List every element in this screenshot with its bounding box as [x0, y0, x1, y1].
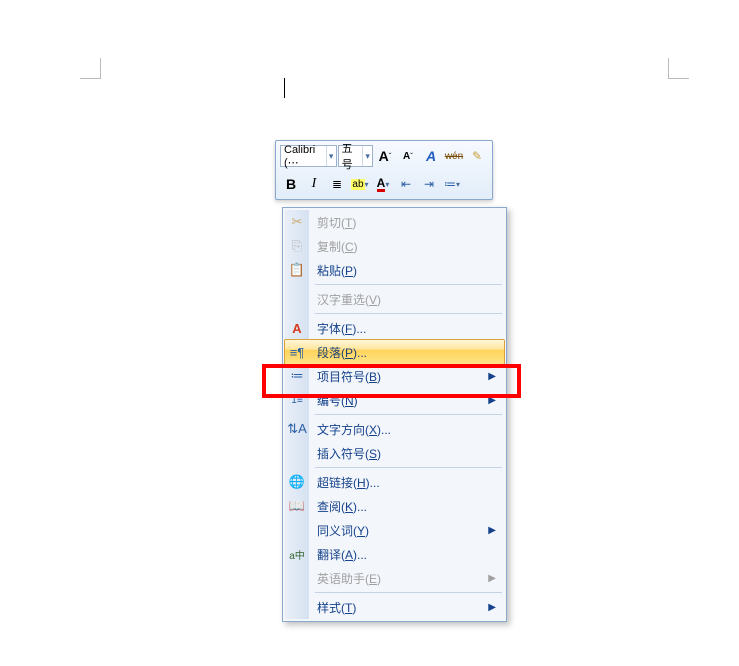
- menu-bullets-label: 项目符号(B): [309, 368, 488, 385]
- page-corner-top-left: [80, 58, 101, 79]
- text-cursor: [284, 78, 285, 98]
- menu-synonyms[interactable]: 同义词(Y) ▶: [285, 518, 504, 542]
- font-name-combo[interactable]: Calibri (⋯ ▾: [280, 145, 337, 167]
- menu-reconvert: 汉字重选(V): [285, 287, 504, 311]
- menu-numbering[interactable]: 1≡ 编号(N) ▶: [285, 388, 504, 412]
- italic-icon: I: [312, 176, 317, 192]
- font-size-combo[interactable]: 五号 ▾: [338, 145, 373, 167]
- format-painter-button[interactable]: ✎: [466, 144, 488, 168]
- bullets-list-icon: ≔: [285, 368, 309, 384]
- menu-hyperlink[interactable]: 🌐 超链接(H)...: [285, 470, 504, 494]
- menu-text-direction[interactable]: ⇅A 文字方向(X)...: [285, 417, 504, 441]
- italic-button[interactable]: I: [303, 172, 325, 196]
- font-size-value: 五号: [339, 140, 363, 172]
- menu-bullets[interactable]: ≔ 项目符号(B) ▶: [285, 364, 504, 388]
- menu-copy-label: 复制(C): [309, 238, 504, 255]
- menu-paragraph-label: 段落(P)...: [309, 344, 504, 361]
- toolbar-row-1: Calibri (⋯ ▾ 五号 ▾ Aˇ Aˇ A wén ✎: [278, 143, 490, 169]
- context-menu: ✂ 剪切(T) ⎘ 复制(C) 📋 粘贴(P) 汉字重选(V) A 字体(F).…: [282, 207, 507, 622]
- document-canvas[interactable]: [0, 0, 739, 130]
- menu-translate-label: 翻译(A)...: [309, 546, 504, 563]
- bold-icon: B: [286, 176, 296, 192]
- menu-styles[interactable]: 样式(T) ▶: [285, 595, 504, 619]
- chevron-down-icon[interactable]: ▾: [362, 146, 372, 166]
- menu-lookup-label: 查阅(K)...: [309, 498, 504, 515]
- center-button[interactable]: ≣: [326, 172, 348, 196]
- submenu-arrow-icon: ▶: [488, 525, 504, 536]
- paragraph-icon: ≡¶: [285, 345, 309, 360]
- menu-separator: [315, 467, 502, 468]
- font-color-button[interactable]: A▾: [372, 172, 394, 196]
- menu-separator: [315, 414, 502, 415]
- menu-font-label: 字体(F)...: [309, 320, 504, 337]
- page-corner-top-right: [668, 58, 689, 79]
- paste-icon: 📋: [285, 262, 309, 278]
- grow-font-icon: A: [379, 148, 389, 164]
- translate-icon: a中: [285, 547, 309, 562]
- highlight-icon: ab: [351, 179, 364, 190]
- highlight-button[interactable]: ab▾: [349, 172, 371, 196]
- text-effects-icon: A: [426, 148, 436, 164]
- menu-numbering-label: 编号(N): [309, 392, 488, 409]
- menu-english-assistant-label: 英语助手(E): [309, 570, 488, 587]
- menu-styles-label: 样式(T): [309, 599, 488, 616]
- bullets-button[interactable]: ≔▾: [441, 172, 463, 196]
- font-name-value: Calibri (⋯: [281, 144, 326, 169]
- grow-font-button[interactable]: Aˇ: [374, 144, 396, 168]
- char-shading-icon: wén: [445, 151, 463, 162]
- menu-synonyms-label: 同义词(Y): [309, 522, 488, 539]
- char-shading-button[interactable]: wén: [443, 144, 465, 168]
- menu-english-assistant: 英语助手(E) ▶: [285, 566, 504, 590]
- menu-reconvert-label: 汉字重选(V): [309, 291, 504, 308]
- submenu-arrow-icon: ▶: [488, 573, 504, 584]
- lookup-icon: 📖: [285, 498, 309, 514]
- font-color-icon: A: [377, 177, 386, 192]
- menu-insert-symbol-label: 插入符号(S): [309, 445, 504, 462]
- menu-paste-label: 粘贴(P): [309, 262, 504, 279]
- shrink-font-button[interactable]: Aˇ: [397, 144, 419, 168]
- text-direction-icon: ⇅A: [285, 421, 309, 437]
- bold-button[interactable]: B: [280, 172, 302, 196]
- submenu-arrow-icon: ▶: [488, 602, 504, 613]
- text-effects-button[interactable]: A: [420, 144, 442, 168]
- cut-icon: ✂: [285, 214, 309, 230]
- toolbar-row-2: B I ≣ ab▾ A▾ ⇤ ⇥ ≔▾: [278, 171, 490, 197]
- format-painter-icon: ✎: [472, 149, 482, 163]
- font-icon: A: [285, 321, 309, 336]
- menu-hyperlink-label: 超链接(H)...: [309, 474, 504, 491]
- mini-toolbar: Calibri (⋯ ▾ 五号 ▾ Aˇ Aˇ A wén ✎ B I ≣ ab…: [275, 140, 493, 200]
- menu-font[interactable]: A 字体(F)...: [285, 316, 504, 340]
- numbering-icon: 1≡: [285, 395, 309, 406]
- chevron-down-icon[interactable]: ▾: [326, 146, 336, 166]
- menu-separator: [315, 592, 502, 593]
- menu-separator: [315, 284, 502, 285]
- increase-indent-icon: ⇥: [424, 177, 434, 191]
- hyperlink-icon: 🌐: [285, 474, 309, 490]
- menu-lookup[interactable]: 📖 查阅(K)...: [285, 494, 504, 518]
- menu-text-direction-label: 文字方向(X)...: [309, 421, 504, 438]
- decrease-indent-button[interactable]: ⇤: [395, 172, 417, 196]
- menu-translate[interactable]: a中 翻译(A)...: [285, 542, 504, 566]
- menu-cut-label: 剪切(T): [309, 214, 504, 231]
- bullets-icon: ≔: [444, 177, 456, 191]
- copy-icon: ⎘: [285, 238, 309, 254]
- menu-paragraph[interactable]: ≡¶ 段落(P)...: [284, 339, 505, 365]
- menu-cut: ✂ 剪切(T): [285, 210, 504, 234]
- submenu-arrow-icon: ▶: [488, 395, 504, 406]
- increase-indent-button[interactable]: ⇥: [418, 172, 440, 196]
- align-center-icon: ≣: [332, 177, 342, 191]
- shrink-font-icon: A: [403, 151, 410, 162]
- menu-separator: [315, 313, 502, 314]
- decrease-indent-icon: ⇤: [401, 177, 411, 191]
- submenu-arrow-icon: ▶: [488, 371, 504, 382]
- menu-insert-symbol[interactable]: 插入符号(S): [285, 441, 504, 465]
- menu-paste[interactable]: 📋 粘贴(P): [285, 258, 504, 282]
- menu-copy: ⎘ 复制(C): [285, 234, 504, 258]
